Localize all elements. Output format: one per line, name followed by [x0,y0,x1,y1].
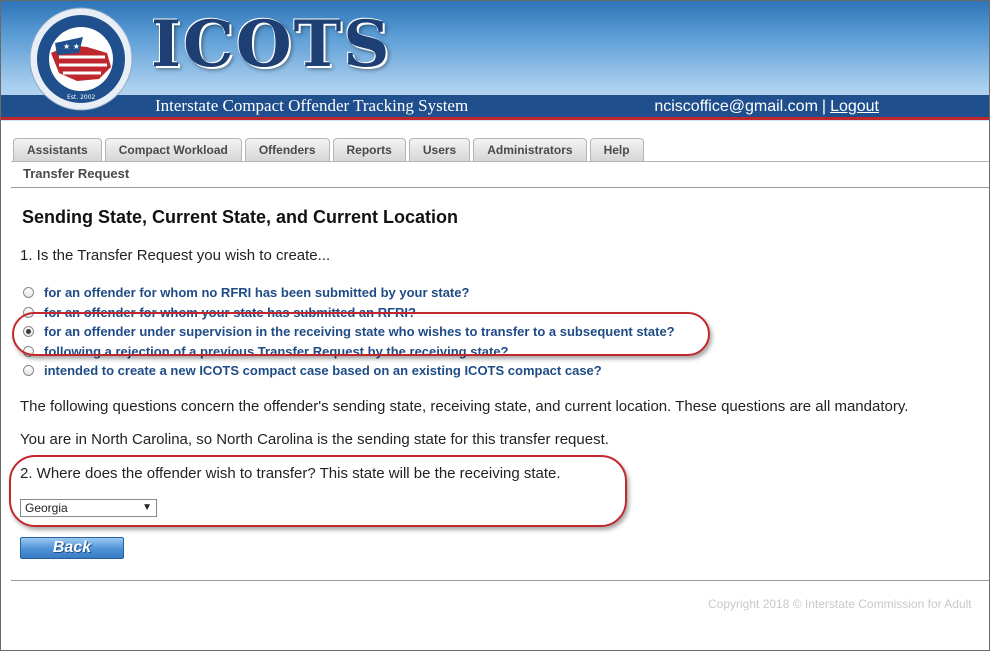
user-email: nciscoffice@gmail.com [654,98,818,115]
page-title: Sending State, Current State, and Curren… [22,207,459,227]
tab-offenders[interactable]: Offenders [244,138,330,161]
option-label[interactable]: intended to create a new ICOTS compact c… [44,363,602,378]
mandatory-note: The following questions concern the offe… [20,398,909,415]
option-label[interactable]: for an offender under supervision in the… [44,324,675,339]
option-row[interactable]: intended to create a new ICOTS compact c… [23,361,675,381]
svg-text:Est. 2002: Est. 2002 [67,94,96,101]
subnav-transfer-request[interactable]: Transfer Request [23,166,129,181]
option-row[interactable]: for an offender under supervision in the… [23,322,675,342]
site-header: ★ ★ Est. 2002 ICOTS Interstate Compact O… [1,1,989,121]
browser-frame: ★ ★ Est. 2002 ICOTS Interstate Compact O… [0,0,990,651]
account-separator: | [821,98,827,115]
radio-subsequent-state[interactable] [23,326,34,338]
radio-rfri-submitted[interactable] [23,306,34,318]
select-value: Georgia [25,501,68,515]
option-row[interactable]: for an offender for whom no RFRI has bee… [23,283,675,303]
logout-link[interactable]: Logout [830,98,879,115]
option-row[interactable]: for an offender for whom your state has … [23,303,675,323]
radio-new-from-existing[interactable] [23,365,34,377]
receiving-state-select[interactable]: Georgia ▼ [20,499,157,517]
header-red-stripe [1,117,989,120]
tab-users[interactable]: Users [408,138,471,161]
tab-administrators[interactable]: Administrators [473,138,587,161]
copyright-text: Copyright 2018 © Interstate Commission f… [708,597,972,611]
footer-divider [11,580,989,581]
brand-title: ICOTS [151,7,392,82]
tabs-divider [11,161,989,162]
question-2: 2. Where does the offender wish to trans… [20,465,561,482]
main-tabs: Assistants Compact Workload Offenders Re… [13,138,644,161]
radio-no-rfri[interactable] [23,287,34,299]
question-1: 1. Is the Transfer Request you wish to c… [20,247,331,264]
tab-help[interactable]: Help [589,138,644,161]
transfer-type-options: for an offender for whom no RFRI has bee… [23,283,675,381]
radio-following-rejection[interactable] [23,345,34,357]
tab-reports[interactable]: Reports [332,138,406,161]
tab-assistants[interactable]: Assistants [13,138,102,161]
tab-compact-workload[interactable]: Compact Workload [104,138,242,161]
svg-text:★ ★: ★ ★ [63,42,80,51]
brand-subtitle: Interstate Compact Offender Tracking Sys… [155,96,469,115]
option-label[interactable]: for an offender for whom no RFRI has bee… [44,285,469,300]
option-row[interactable]: following a rejection of a previous Tran… [23,342,675,362]
back-button[interactable]: Back [20,537,124,559]
sending-state-note: You are in North Carolina, so North Caro… [20,431,609,448]
chevron-down-icon: ▼ [142,502,152,513]
account-area: nciscoffice@gmail.com | Logout [654,98,879,116]
icaos-seal-logo: ★ ★ Est. 2002 [29,7,133,111]
subnav-divider [11,187,989,188]
option-label[interactable]: following a rejection of a previous Tran… [44,344,509,359]
option-label[interactable]: for an offender for whom your state has … [44,305,416,320]
